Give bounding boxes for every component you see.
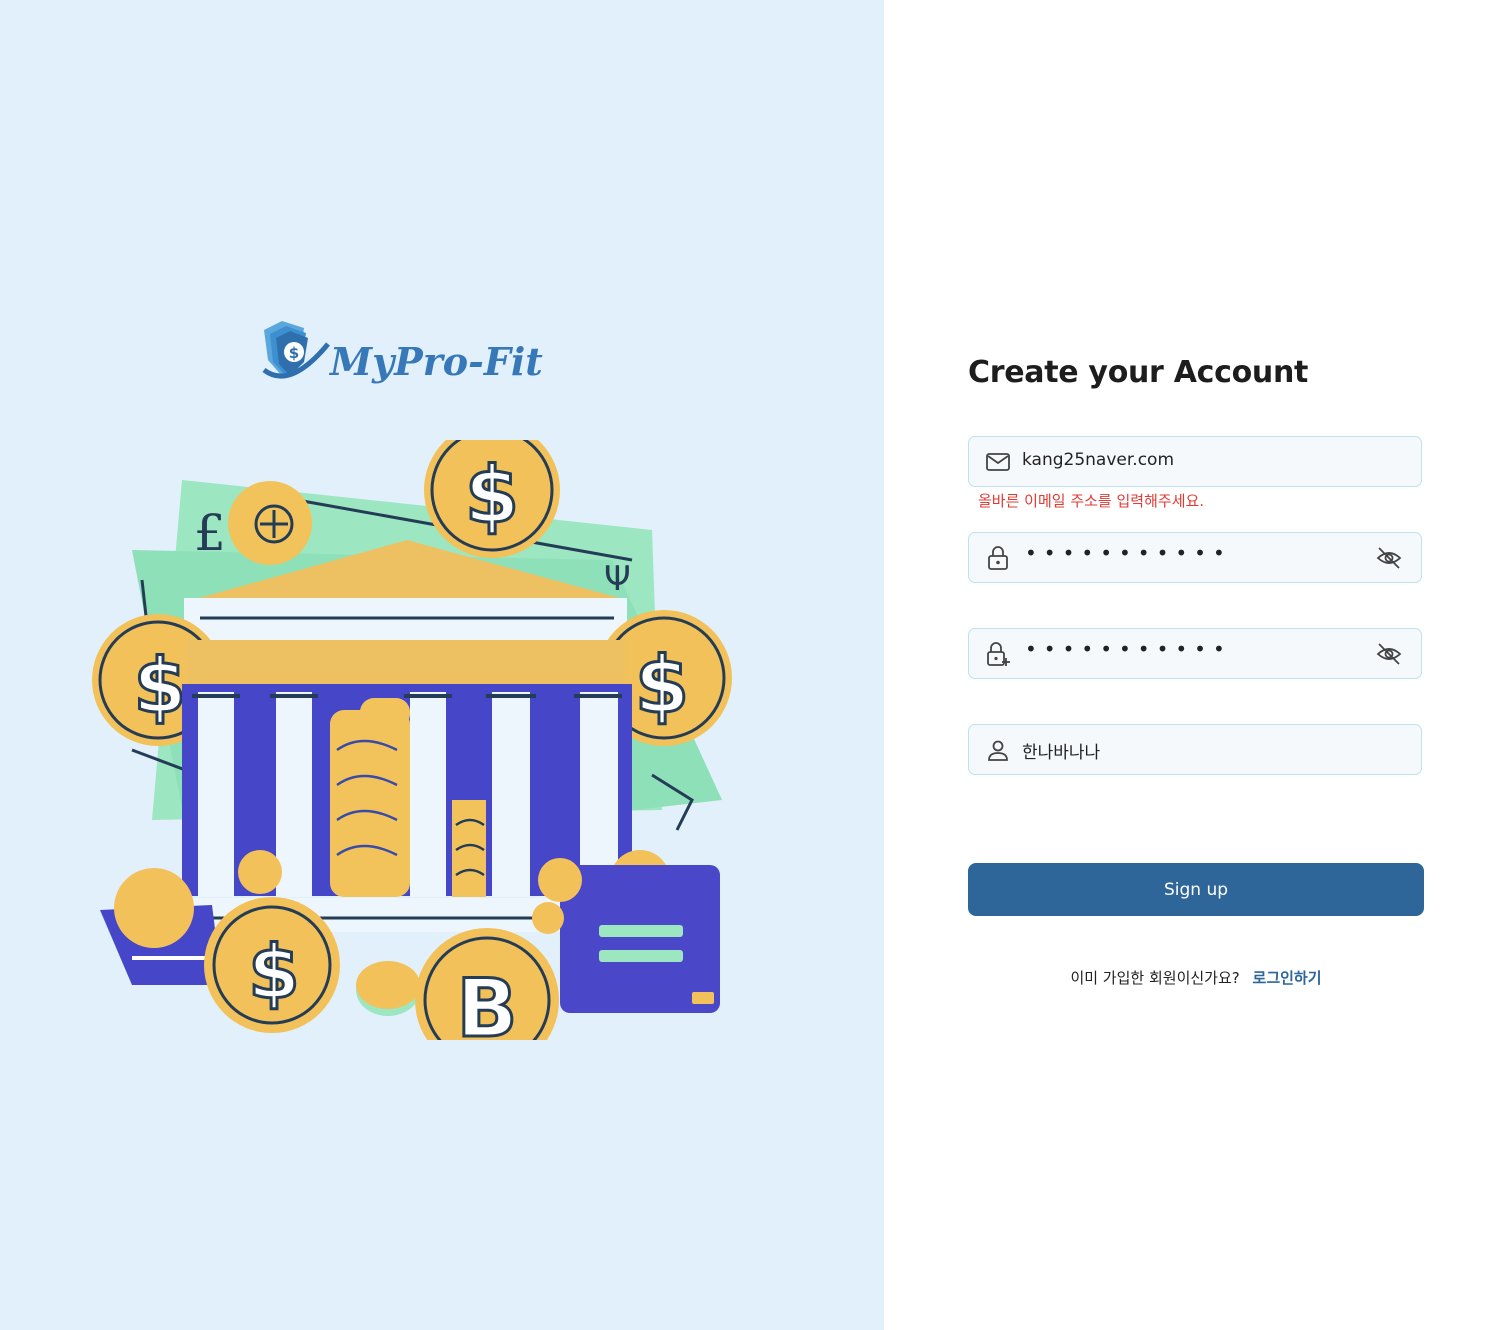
illustration-panel: $ MyPro-Fit £ Ψ $ $ $ $ B — [0, 0, 884, 1330]
svg-text:Ψ: Ψ — [604, 559, 631, 599]
brand-logo: $ MyPro-Fit — [262, 321, 543, 384]
password-value[interactable]: ••••••••••• — [1025, 541, 1232, 565]
nickname-value[interactable]: 한나바나나 — [1022, 738, 1100, 763]
password-field[interactable]: ••••••••••• — [968, 532, 1422, 583]
signup-button[interactable]: Sign up — [968, 863, 1424, 916]
login-link[interactable]: 로그인하기 — [1253, 969, 1322, 987]
email-value[interactable]: kang25naver.com — [1022, 450, 1174, 470]
email-field[interactable]: kang25naver.com — [968, 436, 1422, 487]
password-confirm-value[interactable]: ••••••••••• — [1025, 637, 1232, 661]
shield-dollar-icon: $ — [262, 321, 330, 379]
password-confirm-field[interactable]: ••••••••••• — [968, 628, 1422, 679]
page-title: Create your Account — [968, 355, 1309, 390]
login-question: 이미 가입한 회원이신가요? — [1070, 969, 1240, 987]
eye-off-icon[interactable] — [1375, 641, 1403, 667]
eye-off-icon[interactable] — [1375, 545, 1403, 571]
lock-plus-icon — [987, 642, 1010, 666]
nickname-field[interactable]: 한나바나나 — [968, 724, 1422, 775]
svg-text:$: $ — [248, 930, 300, 1016]
svg-text:$: $ — [635, 641, 689, 731]
svg-text:£: £ — [194, 504, 226, 562]
email-error-message: 올바른 이메일 주소를 입력해주세요. — [978, 492, 1205, 510]
signup-panel: Create your Account kang25naver.com 올바른 … — [884, 0, 1486, 1330]
svg-text:$: $ — [465, 451, 519, 541]
login-prompt: 이미 가입한 회원이신가요? 로그인하기 — [968, 967, 1424, 988]
bank-coins-illustration: £ Ψ $ $ $ $ B — [92, 440, 732, 1040]
svg-text:$: $ — [134, 641, 187, 730]
brand-name: MyPro-Fit — [328, 339, 543, 384]
svg-text:B: B — [457, 962, 518, 1040]
lock-icon — [988, 546, 1008, 570]
svg-text:$: $ — [289, 344, 299, 362]
user-icon — [988, 740, 1008, 761]
mail-icon — [986, 453, 1010, 471]
